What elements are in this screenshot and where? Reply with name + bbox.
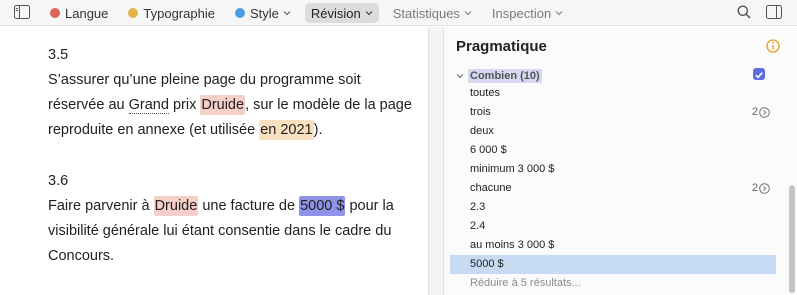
text-line: Faire parvenir à Druide une facture de 5… xyxy=(48,196,394,216)
list-item-selected[interactable]: 5000 $ xyxy=(450,255,776,274)
text-line: Concours. xyxy=(48,248,115,264)
tab-label: Langue xyxy=(65,5,109,21)
group-label: Combien (10) xyxy=(468,69,542,83)
search-icon[interactable] xyxy=(737,5,751,19)
text-segment: reproduite en annexe (et utilisée xyxy=(48,122,260,138)
text-line: reproduite en annexe (et utilisée en 202… xyxy=(48,120,323,140)
chevron-down-icon xyxy=(365,11,373,16)
highlight-druide[interactable]: Druide xyxy=(153,196,199,216)
panel-toggle-icon[interactable] xyxy=(766,5,782,19)
list-item[interactable]: au moins 3 000 $ xyxy=(450,236,776,255)
list-item[interactable]: trois 2 xyxy=(450,103,776,122)
text-segment: une facture de xyxy=(198,198,300,214)
list-item[interactable]: deux xyxy=(450,122,776,141)
item-count: 2 xyxy=(751,106,758,118)
text-segment: pour la xyxy=(345,198,394,214)
split-divider[interactable] xyxy=(428,27,444,295)
text-segment: réservée au xyxy=(48,97,129,113)
text-line: réservée au Grand prix Druide, sur le mo… xyxy=(48,95,412,115)
text-line: visibilité générale lui étant consentie … xyxy=(48,223,392,239)
list-item[interactable]: 6 000 $ xyxy=(450,141,776,160)
typographie-dot-icon xyxy=(128,8,139,18)
chevron-down-icon xyxy=(464,11,472,16)
tab-bar: Langue Typographie Style Révision Statis… xyxy=(44,3,577,23)
text-segment: prix xyxy=(168,97,201,113)
highlight-amount[interactable]: 5000 $ xyxy=(299,196,346,216)
tab-statistiques[interactable]: Statistiques xyxy=(387,3,478,23)
chevron-down-icon xyxy=(283,11,291,16)
reduce-label: Réduire à 5 résultats... xyxy=(470,277,581,289)
chevron-right-circle-icon[interactable] xyxy=(759,183,770,194)
section-number: 3.5 xyxy=(48,47,69,63)
tab-langue[interactable]: Langue xyxy=(44,3,114,23)
sidebar-toggle-icon[interactable] xyxy=(14,5,30,19)
tab-inspection[interactable]: Inspection xyxy=(486,3,569,23)
tab-label: Statistiques xyxy=(392,5,460,21)
text-line: S’assurer qu’une pleine page du programm… xyxy=(48,72,361,88)
item-count: 2 xyxy=(751,182,758,194)
text-segment: Faire parvenir à xyxy=(48,198,154,214)
item-label: 2.4 xyxy=(470,220,486,232)
text-segment: ). xyxy=(313,122,323,138)
group-combien[interactable]: Combien (10) xyxy=(456,68,542,84)
results-panel: Pragmatique Combien (10) toutes trois 2 … xyxy=(444,27,797,295)
tab-label: Inspection xyxy=(491,5,552,21)
highlight-druide[interactable]: Druide xyxy=(200,95,246,115)
tab-style[interactable]: Style xyxy=(229,3,297,23)
tab-revision[interactable]: Révision xyxy=(304,3,379,23)
list-item[interactable]: minimum 3 000 $ xyxy=(450,160,776,179)
reduce-results-link[interactable]: Réduire à 5 résultats... xyxy=(450,274,776,293)
flagged-word[interactable]: Grand xyxy=(128,97,169,114)
item-label: 6 000 $ xyxy=(470,144,507,156)
check-icon xyxy=(755,72,763,79)
panel-title: Pragmatique xyxy=(456,38,547,55)
tab-typographie[interactable]: Typographie xyxy=(122,3,221,23)
tab-label: Typographie xyxy=(143,5,215,21)
info-icon[interactable] xyxy=(766,39,780,53)
item-label: au moins 3 000 $ xyxy=(470,239,555,251)
chevron-down-icon[interactable] xyxy=(456,73,464,79)
style-dot-icon xyxy=(234,8,245,18)
group-checkbox[interactable] xyxy=(753,68,765,80)
item-label: trois xyxy=(470,106,491,118)
text-segment: , sur le modèle de la page xyxy=(245,97,412,113)
chevron-down-icon xyxy=(555,11,563,16)
item-label: chacune xyxy=(470,182,512,194)
item-label: toutes xyxy=(470,87,500,99)
section-number: 3.6 xyxy=(48,173,69,189)
tab-label: Style xyxy=(249,5,279,21)
document-area[interactable]: 3.5 S’assurer qu’une pleine page du prog… xyxy=(0,27,428,295)
list-item[interactable]: toutes xyxy=(450,84,776,103)
scrollbar-thumb[interactable] xyxy=(789,185,795,293)
item-label: minimum 3 000 $ xyxy=(470,163,555,175)
list-item[interactable]: 2.3 xyxy=(450,198,776,217)
chevron-right-circle-icon[interactable] xyxy=(759,107,770,118)
highlight-en-2021[interactable]: en 2021 xyxy=(259,120,314,140)
item-label: deux xyxy=(470,125,494,137)
item-label: 5000 $ xyxy=(470,258,504,270)
toolbar: Langue Typographie Style Révision Statis… xyxy=(0,0,797,26)
item-label: 2.3 xyxy=(470,201,486,213)
list-item[interactable]: chacune 2 xyxy=(450,179,776,198)
tab-label: Révision xyxy=(310,5,361,21)
langue-dot-icon xyxy=(50,8,60,18)
list-item[interactable]: 2.4 xyxy=(450,217,776,236)
